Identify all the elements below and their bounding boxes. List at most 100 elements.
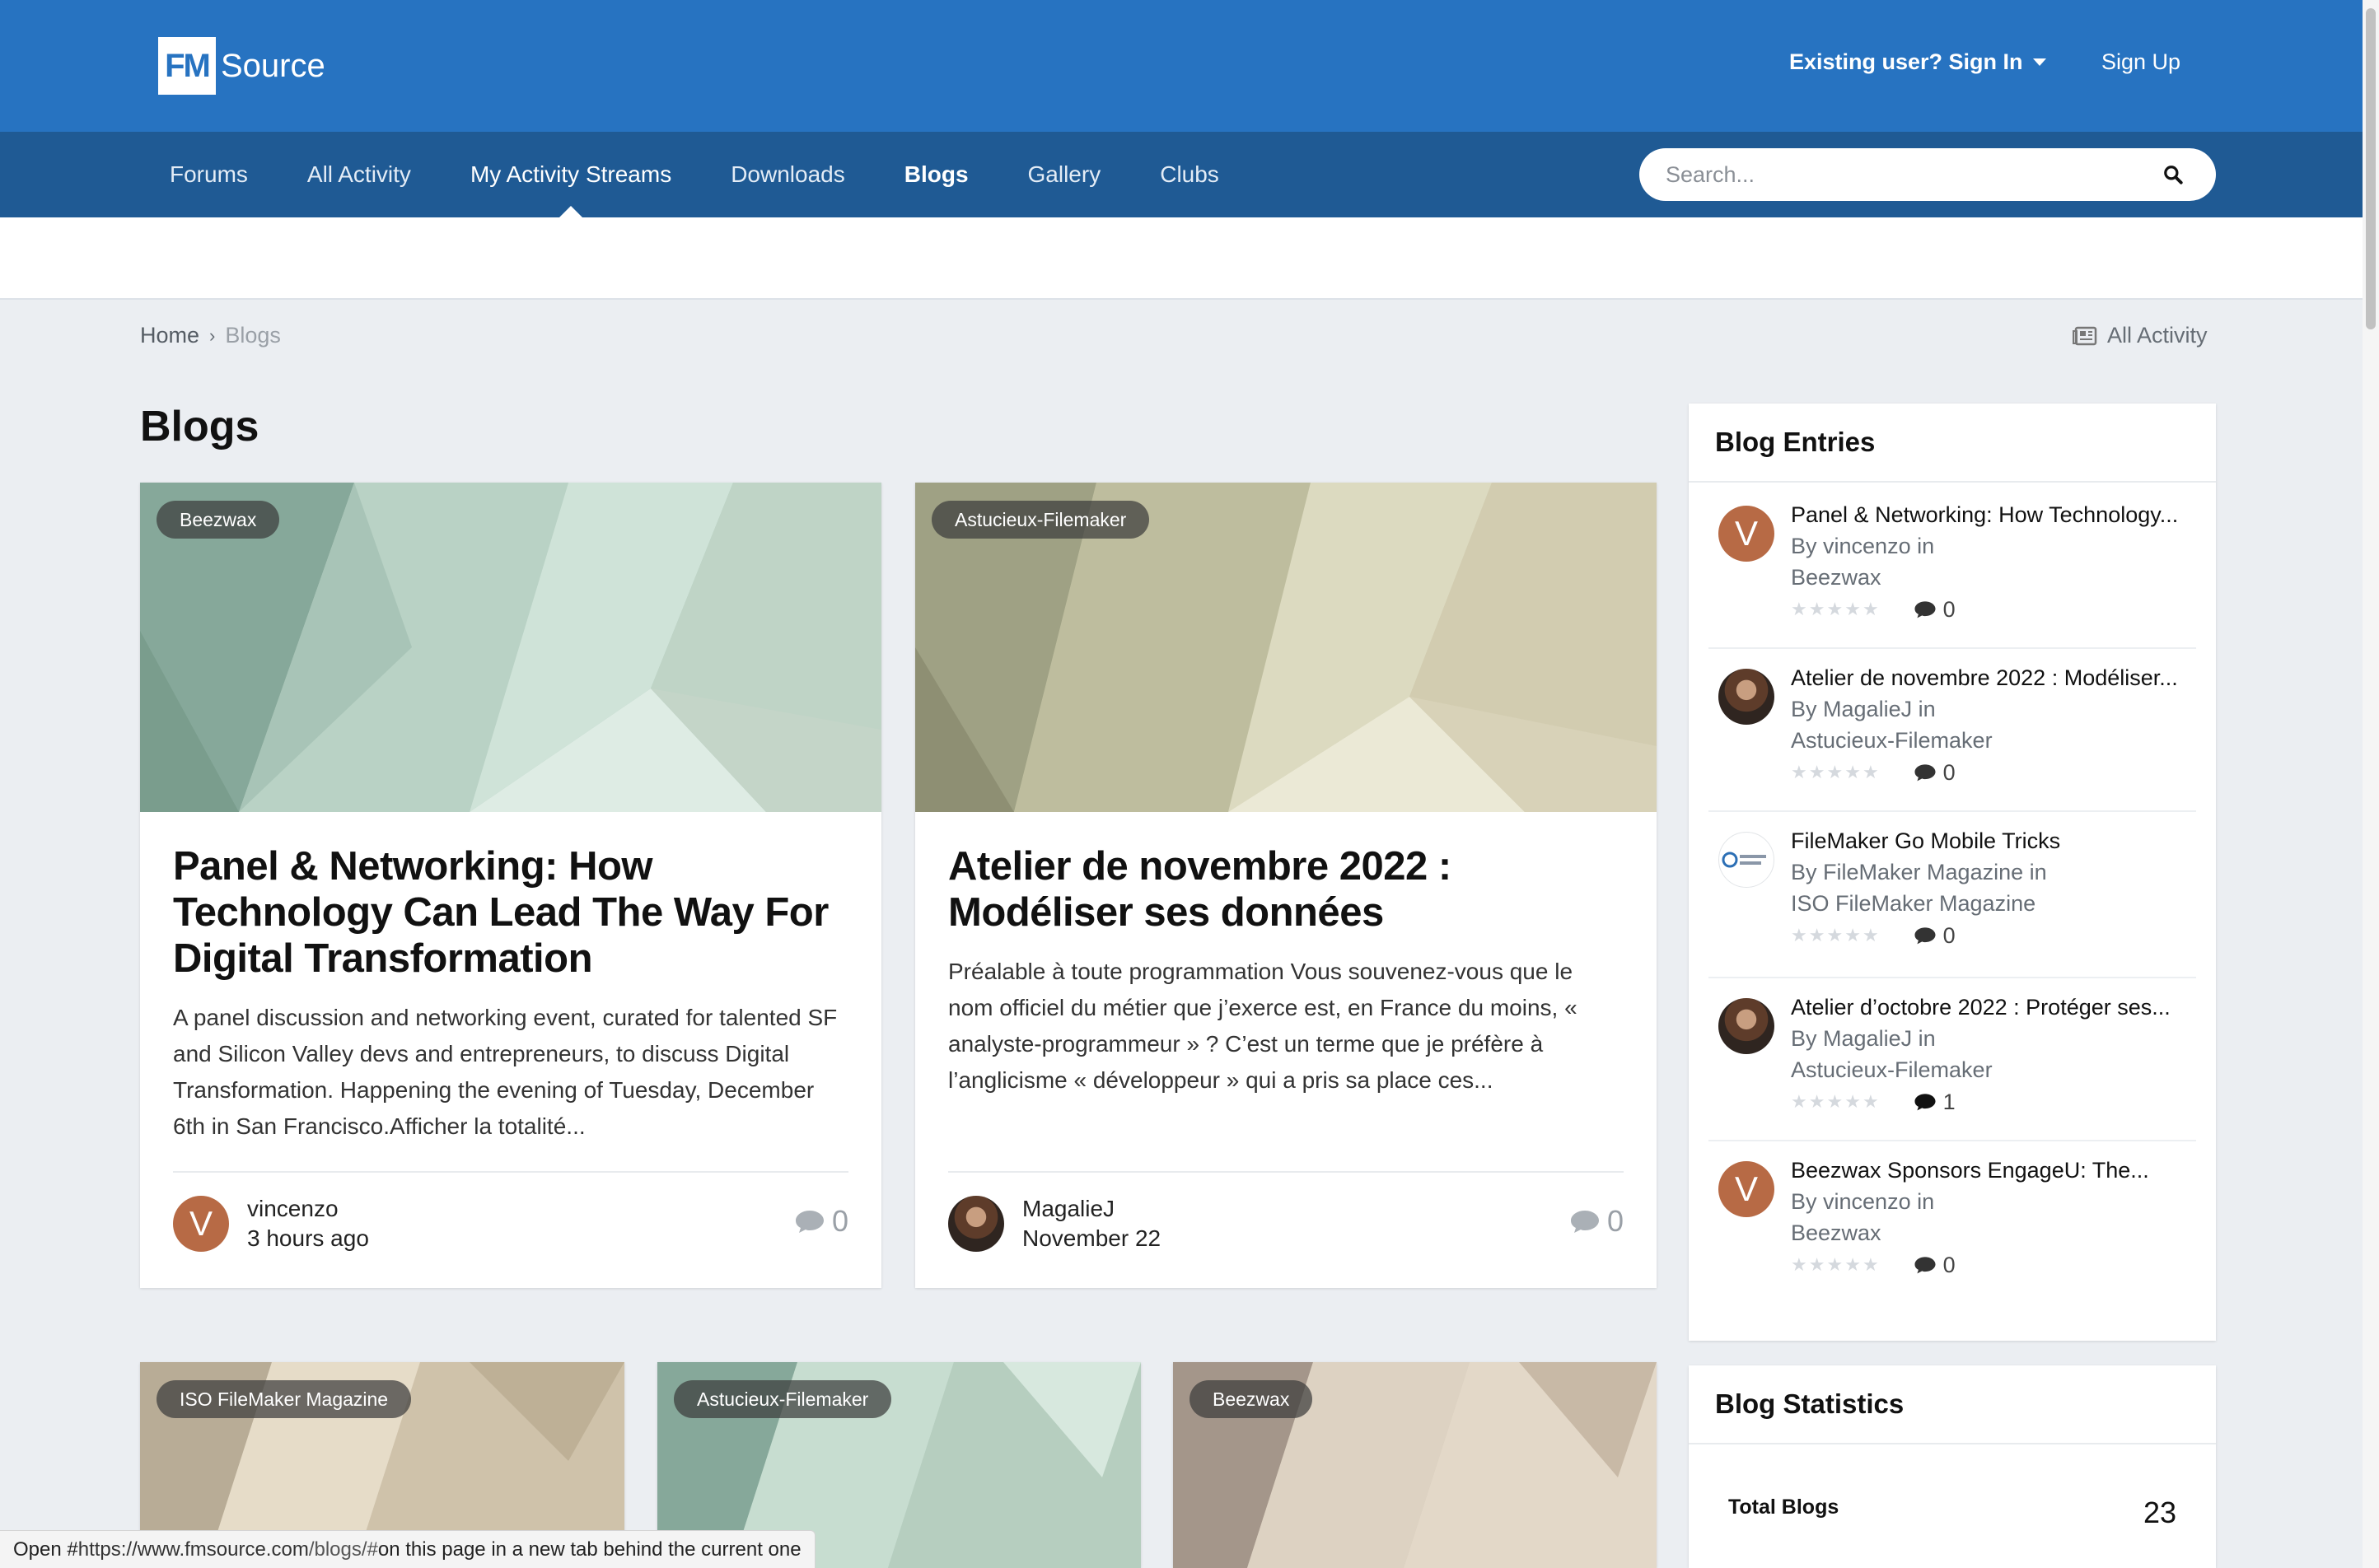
blog-card: Beezwax	[1173, 1362, 1657, 1568]
blog-cover-image[interactable]: Beezwax	[140, 483, 881, 812]
entry-blog[interactable]: ISO FileMaker Magazine	[1791, 888, 2190, 919]
star-icon: ★	[1862, 762, 1879, 782]
avatar[interactable]: V	[1718, 1161, 1774, 1217]
star-icon: ★	[1808, 1254, 1825, 1275]
entry-title[interactable]: Atelier d’octobre 2022 : Protéger ses...	[1791, 992, 2190, 1023]
page-scrollbar[interactable]	[2363, 0, 2379, 1568]
caret-down-icon	[2032, 58, 2046, 66]
entry-author[interactable]: vincenzo	[1823, 1189, 1911, 1214]
blog-entries-widget: Blog Entries V Panel & Networking: How T…	[1689, 404, 2216, 1341]
rating-stars[interactable]: ★ ★ ★ ★ ★	[1791, 594, 1879, 625]
list-item: V Beezwax Sponsors EngageU: The... By vi…	[1708, 1141, 2196, 1304]
avatar[interactable]	[1718, 669, 1774, 725]
sub-nav-bar	[0, 217, 2379, 300]
entry-author[interactable]: MagalieJ	[1823, 697, 1912, 721]
entry-comment-count[interactable]: 0	[1914, 920, 1956, 951]
comment-count[interactable]: 0	[794, 1204, 848, 1239]
breadcrumb-home[interactable]: Home	[140, 323, 199, 348]
search-input[interactable]	[1666, 161, 2157, 188]
page-title: Blogs	[140, 403, 259, 450]
magazine-logo-avatar[interactable]	[1718, 832, 1774, 888]
comment-icon	[1914, 1094, 1936, 1111]
star-icon: ★	[1791, 599, 1807, 619]
stat-row-total-blogs: Total Blogs 23	[1689, 1444, 2216, 1568]
entry-byline: By vincenzo in	[1791, 534, 1935, 558]
widget-title: Blog Entries	[1689, 404, 2216, 483]
site-logo[interactable]: FM Source	[158, 36, 325, 96]
entry-comment-count[interactable]: 0	[1914, 594, 1956, 625]
avatar[interactable]: V	[1718, 506, 1774, 562]
star-icon: ★	[1862, 1091, 1879, 1112]
author-name[interactable]: MagalieJ	[1022, 1194, 1161, 1224]
entry-blog[interactable]: Astucieux-Filemaker	[1791, 725, 2190, 756]
sign-in-dropdown[interactable]: Existing user? Sign In	[1789, 49, 2046, 75]
comment-count[interactable]: 0	[1569, 1204, 1624, 1239]
entry-title[interactable]: Beezwax Sponsors EngageU: The...	[1791, 1155, 2190, 1186]
entry-author[interactable]: vincenzo	[1823, 534, 1911, 558]
avatar[interactable]: V	[173, 1196, 229, 1252]
rating-stars[interactable]: ★ ★ ★ ★ ★	[1791, 1249, 1879, 1281]
blog-card-excerpt: Préalable à toute programmation Vous sou…	[948, 959, 1577, 1093]
star-icon: ★	[1791, 762, 1807, 782]
entry-title[interactable]: Atelier de novembre 2022 : Modéliser...	[1791, 662, 2190, 693]
entry-author[interactable]: FileMaker Magazine	[1823, 860, 2023, 884]
card-author: MagalieJ November 22	[948, 1194, 1161, 1253]
search-box	[1639, 148, 2216, 201]
search-icon	[2164, 166, 2183, 184]
blog-tag[interactable]: Astucieux-Filemaker	[674, 1380, 892, 1418]
blog-tag[interactable]: ISO FileMaker Magazine	[157, 1380, 412, 1418]
sign-up-link[interactable]: Sign Up	[2101, 49, 2180, 75]
blog-tag[interactable]: Astucieux-Filemaker	[932, 501, 1150, 539]
browser-status-bar: Open # https://www.fmsource.com/blogs/# o…	[0, 1530, 816, 1568]
all-activity-link[interactable]: All Activity	[2073, 323, 2208, 348]
avatar[interactable]	[948, 1196, 1004, 1252]
entry-comment-count[interactable]: 1	[1914, 1086, 1956, 1118]
entry-title[interactable]: FileMaker Go Mobile Tricks	[1791, 825, 2190, 856]
nav-all-activity[interactable]: All Activity	[278, 132, 441, 217]
entry-comment-count[interactable]: 0	[1914, 757, 1956, 788]
star-icon: ★	[1844, 1091, 1861, 1112]
star-icon: ★	[1844, 599, 1861, 619]
star-icon: ★	[1826, 762, 1844, 782]
nav-gallery[interactable]: Gallery	[998, 132, 1131, 217]
blog-card-excerpt: A panel discussion and networking event,…	[173, 1005, 838, 1139]
card-author: V vincenzo 3 hours ago	[173, 1194, 369, 1253]
blog-cover-image[interactable]: Astucieux-Filemaker	[915, 483, 1657, 812]
nav-forums[interactable]: Forums	[140, 132, 278, 217]
blog-card-title[interactable]: Atelier de novembre 2022 : Modéliser ses…	[948, 843, 1624, 936]
entry-author[interactable]: MagalieJ	[1823, 1026, 1912, 1051]
entry-title[interactable]: Panel & Networking: How Technology...	[1791, 499, 2190, 530]
divider	[948, 1171, 1624, 1173]
rating-stars[interactable]: ★ ★ ★ ★ ★	[1791, 920, 1879, 951]
search-button[interactable]	[2157, 158, 2190, 191]
star-icon: ★	[1791, 1091, 1807, 1112]
nav-blogs[interactable]: Blogs	[875, 132, 998, 217]
rating-stars[interactable]: ★ ★ ★ ★ ★	[1791, 757, 1879, 788]
entry-blog[interactable]: Astucieux-Filemaker	[1791, 1054, 2190, 1085]
blog-card-title[interactable]: Panel & Networking: How Technology Can L…	[173, 843, 848, 982]
nav-downloads[interactable]: Downloads	[701, 132, 875, 217]
entry-blog[interactable]: Beezwax	[1791, 1217, 2190, 1248]
star-icon: ★	[1826, 1091, 1844, 1112]
star-icon: ★	[1791, 1254, 1807, 1275]
comment-icon	[1570, 1211, 1599, 1233]
comment-icon	[1914, 927, 1936, 945]
scrollbar-thumb[interactable]	[2366, 8, 2376, 329]
star-icon: ★	[1808, 925, 1825, 945]
nav-clubs[interactable]: Clubs	[1130, 132, 1249, 217]
author-name[interactable]: vincenzo	[247, 1194, 369, 1224]
blog-tag[interactable]: Beezwax	[1190, 1380, 1313, 1418]
blog-cover-image[interactable]: Beezwax	[1173, 1362, 1657, 1568]
list-item: Atelier d’octobre 2022 : Protéger ses...…	[1708, 978, 2196, 1141]
star-icon: ★	[1826, 1254, 1844, 1275]
avatar[interactable]	[1718, 998, 1774, 1054]
blog-tag[interactable]: Beezwax	[157, 501, 280, 539]
sign-in-label: Existing user? Sign In	[1789, 49, 2023, 74]
rating-stars[interactable]: ★ ★ ★ ★ ★	[1791, 1086, 1879, 1118]
nav-my-activity-streams[interactable]: My Activity Streams	[441, 132, 701, 217]
entry-comment-count[interactable]: 0	[1914, 1249, 1956, 1281]
list-item: FileMaker Go Mobile Tricks By FileMaker …	[1708, 812, 2196, 978]
widget-title: Blog Statistics	[1689, 1365, 2216, 1444]
magazine-logo-icon	[1722, 852, 1766, 868]
entry-blog[interactable]: Beezwax	[1791, 562, 2190, 593]
